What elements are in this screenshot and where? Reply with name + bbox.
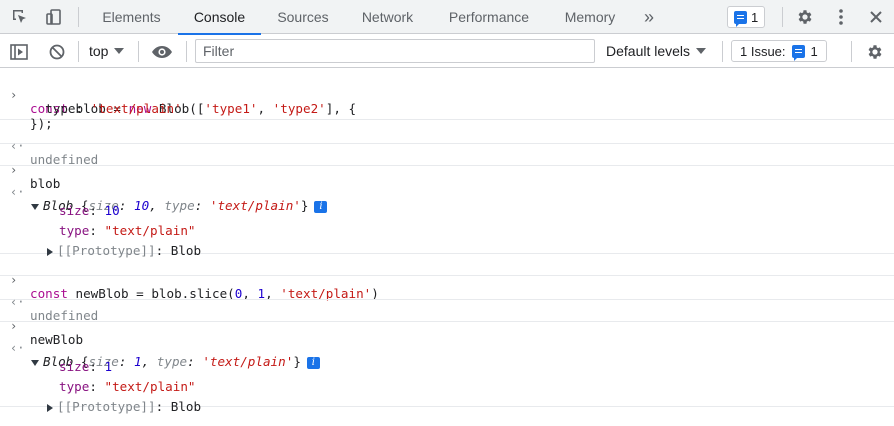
close-icon[interactable] xyxy=(864,0,888,34)
console-input-entry: › blob xyxy=(0,144,894,191)
filter-input[interactable]: Filter xyxy=(195,39,595,63)
issues-label: 1 Issue: xyxy=(740,43,786,59)
divider xyxy=(186,41,187,62)
chevron-down-icon xyxy=(114,48,125,55)
divider xyxy=(722,41,723,62)
device-toolbar-icon[interactable] xyxy=(42,0,66,34)
context-selector-label: top xyxy=(89,43,109,59)
issues-button[interactable]: 1 Issue: 1 xyxy=(731,40,827,62)
console-result-entry: ‹· undefined xyxy=(0,120,894,167)
context-selector[interactable]: top xyxy=(89,35,125,68)
message-icon xyxy=(791,44,805,61)
live-expression-eye-icon[interactable] xyxy=(150,35,174,68)
messages-badge[interactable]: 1 xyxy=(727,6,766,28)
console-result-entry: ‹· Blob {size: 1, type: 'text/plain'} i s… xyxy=(0,322,894,414)
show-sidebar-icon[interactable] xyxy=(8,35,30,68)
tab-console[interactable]: Console xyxy=(178,0,261,35)
inspect-element-icon[interactable] xyxy=(8,0,32,34)
tab-elements[interactable]: Elements xyxy=(90,0,173,34)
divider xyxy=(138,41,139,62)
divider xyxy=(78,7,79,27)
divider xyxy=(782,7,783,27)
more-tabs-button[interactable]: » xyxy=(636,0,662,34)
message-icon xyxy=(734,10,747,27)
console-input-entry: › const newBlob = blob.slice(0, 1, 'text… xyxy=(0,254,894,301)
log-levels-label: Default levels xyxy=(606,43,691,59)
console-output: › const blob = new Blob(['type1', 'type2… xyxy=(0,69,894,426)
tab-performance[interactable]: Performance xyxy=(436,0,542,34)
console-input-entry: › const blob = new Blob(['type1', 'type2… xyxy=(0,69,894,131)
console-settings-gear-icon[interactable] xyxy=(862,35,888,68)
log-levels-dropdown[interactable]: Default levels xyxy=(606,35,707,68)
tab-network[interactable]: Network xyxy=(346,0,429,34)
console-result-entry: ‹· undefined xyxy=(0,276,894,323)
divider xyxy=(851,41,852,62)
divider xyxy=(78,41,79,62)
issues-count: 1 xyxy=(810,43,818,59)
console-toolbar: top Filter Default levels 1 Issue: 1 xyxy=(0,35,894,68)
devtools-tabbar: Elements Console Sources Network Perform… xyxy=(0,0,894,35)
tab-memory[interactable]: Memory xyxy=(552,0,628,34)
console-prompt-input[interactable]: › xyxy=(0,407,894,426)
tab-sources[interactable]: Sources xyxy=(266,0,340,34)
clear-console-icon[interactable] xyxy=(46,35,68,68)
settings-gear-icon[interactable] xyxy=(792,0,818,34)
chevron-down-icon xyxy=(696,48,707,55)
console-result-entry: ‹· Blob {size: 10, type: 'text/plain'} i … xyxy=(0,166,894,258)
messages-count: 1 xyxy=(751,9,759,25)
console-input-entry: › newBlob xyxy=(0,300,894,347)
kebab-menu-icon[interactable] xyxy=(830,0,852,34)
